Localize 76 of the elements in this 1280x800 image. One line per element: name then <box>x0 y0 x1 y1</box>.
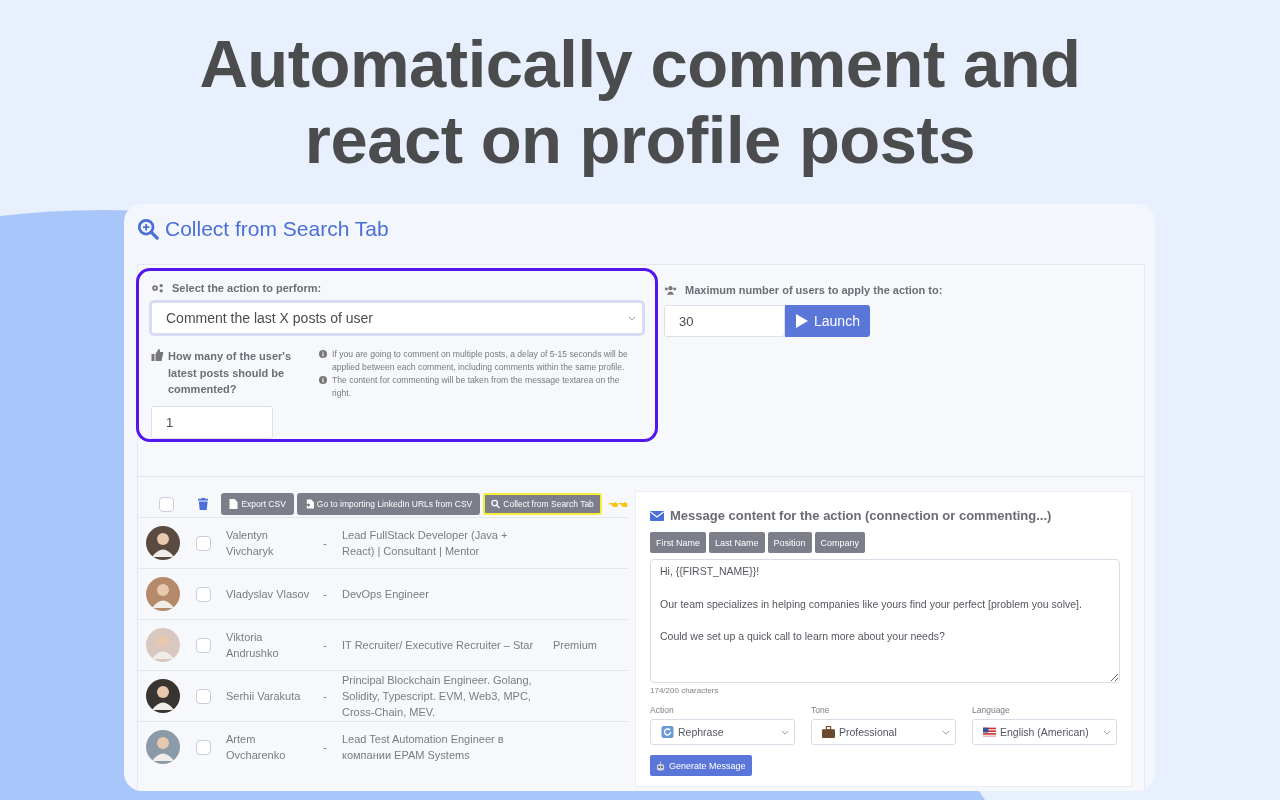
robot-icon <box>656 760 665 771</box>
avatar <box>146 628 180 662</box>
search-icon <box>491 499 501 509</box>
option-select[interactable]: Rephrase <box>650 719 795 745</box>
pointing-hands-icon <box>608 499 628 509</box>
person-name: Valentyn Vivcharyk <box>226 528 275 559</box>
select-all-checkbox[interactable] <box>159 496 174 512</box>
info-note: If you are going to comment on multiple posts, a delay of 5-15 seconds will be applied between each comment, including comments within the same profile. <box>332 348 629 374</box>
action-select[interactable]: Comment the last X posts of user <box>151 302 643 334</box>
toolbar-button[interactable]: Collect from Search Tab <box>483 493 602 515</box>
person-name: Vladyslav Vlasov <box>226 587 311 602</box>
gears-icon <box>151 282 164 294</box>
flag-icon <box>983 726 996 738</box>
row-checkbox[interactable] <box>196 637 211 653</box>
row-checkbox[interactable] <box>196 688 211 704</box>
users-icon <box>664 284 677 296</box>
caret-icon <box>1103 729 1111 735</box>
info-icon <box>319 350 327 358</box>
message-textarea[interactable]: Hi, {{FIRST_NAME}}! Our team specializes in helping companies like yours find your perfect [problem you solve]. Could we set up a quick call to learn more about your needs? <box>650 559 1120 683</box>
person-headline: IT Recruiter/ Executive Recruiter – Star <box>342 638 535 653</box>
row-checkbox[interactable] <box>196 535 211 551</box>
generate-message-button[interactable]: Generate Message <box>650 755 752 776</box>
search-icon <box>137 218 159 240</box>
premium-label: Premium <box>553 638 597 653</box>
variable-button[interactable]: Last Name <box>709 532 765 553</box>
character-counter: 174/200 characters <box>650 686 720 695</box>
max-users-input[interactable]: 30 <box>664 305 785 337</box>
caret-icon <box>942 729 950 735</box>
option-select[interactable]: English (American) <box>972 719 1117 745</box>
field-label: Maximum number of users to apply the action to: <box>685 284 943 296</box>
option-label: Language <box>972 705 1011 715</box>
avatar <box>146 526 180 560</box>
refresh-icon <box>661 726 674 738</box>
posts-input[interactable]: 1 <box>151 405 273 439</box>
file-icon <box>229 499 239 509</box>
variable-button[interactable]: First Name <box>650 532 706 553</box>
avatar <box>146 577 180 611</box>
avatar <box>146 679 180 713</box>
person-name: Serhii Varakuta <box>226 689 302 704</box>
avatar <box>146 730 180 764</box>
file-import-icon <box>304 499 314 509</box>
person-headline: Lead Test Automation Engineer в компании EPAM Systems <box>342 732 505 763</box>
row-checkbox[interactable] <box>196 586 211 602</box>
envelope-icon <box>650 510 664 521</box>
option-select[interactable]: Professional <box>811 719 956 745</box>
thumbs-up-icon <box>151 349 164 361</box>
play-icon <box>796 314 808 328</box>
info-note: The content for commenting will be taken from the message textarea on the right. <box>332 374 621 400</box>
option-label: Tone <box>811 705 831 715</box>
row-checkbox[interactable] <box>196 739 211 755</box>
separator: - <box>323 587 328 602</box>
separator: - <box>323 536 328 551</box>
person-headline: Principal Blockchain Engineer. Golang, Solidity, Typescript. EVM, Web3, MPC, Cross-Chain, MEV. <box>342 673 533 720</box>
caret-icon <box>781 729 789 735</box>
person-name: Artem Ovcharenko <box>226 732 287 763</box>
person-name: Viktoria Andrushko <box>226 630 280 661</box>
option-label: Action <box>650 705 675 715</box>
panel-title: Collect from Search Tab <box>165 217 389 241</box>
launch-button[interactable]: Launch <box>785 305 870 337</box>
field-label: Select the action to perform: <box>172 282 322 294</box>
message-title: Message content for the action (connection or commenting...) <box>670 508 1052 523</box>
trash-icon[interactable] <box>198 497 209 511</box>
toolbar-button[interactable]: Export CSV <box>221 493 294 515</box>
variable-button[interactable]: Position <box>767 532 812 553</box>
separator: - <box>323 689 328 704</box>
separator: - <box>323 638 328 653</box>
person-headline: DevOps Engineer <box>342 587 430 602</box>
caret-icon <box>628 315 636 321</box>
toolbar-button[interactable]: Go to importing LinkedIn URLs from CSV <box>296 493 481 515</box>
person-headline: Lead FullStack Developer (Java + React) | Consultant | Mentor <box>342 528 509 559</box>
briefcase-icon <box>822 726 835 738</box>
info-icon <box>319 376 327 384</box>
field-label: How many of the user's latest posts should be commented? <box>168 349 293 397</box>
headline: Automatically comment and react on profile posts <box>198 25 1082 178</box>
variable-button[interactable]: Company <box>814 532 866 553</box>
separator: - <box>323 740 328 755</box>
